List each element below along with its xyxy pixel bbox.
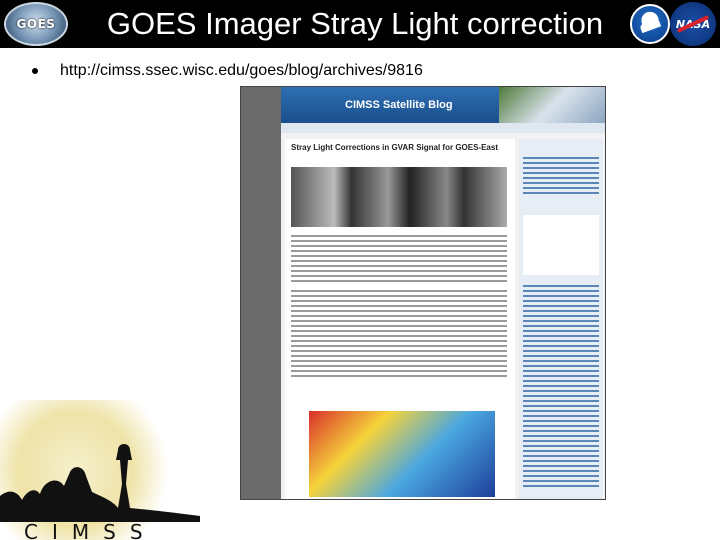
title-bar: GOES GOES Imager Stray Light correction … xyxy=(0,0,720,48)
blog-post: Stray Light Corrections in GVAR Signal f… xyxy=(285,139,515,499)
blog-post-text xyxy=(291,235,507,380)
noaa-logo xyxy=(630,4,670,44)
blog-header-image xyxy=(499,87,605,123)
cimss-silhouette-icon xyxy=(0,444,200,522)
bullet-dot-icon xyxy=(32,68,38,74)
nasa-logo-label: NASA xyxy=(675,17,711,31)
slide-title: GOES Imager Stray Light correction xyxy=(106,6,604,41)
sidebar-calendar xyxy=(523,215,599,275)
blog-sidebar xyxy=(519,139,603,499)
cimss-logo: CIMSS xyxy=(0,400,200,540)
blog-link[interactable]: http://cimss.ssec.wisc.edu/goes/blog/arc… xyxy=(60,62,423,80)
blog-figure-images xyxy=(291,167,507,227)
blog-figure-maps xyxy=(309,411,495,497)
sidebar-categories-list xyxy=(523,285,599,490)
blog-post-title: Stray Light Corrections in GVAR Signal f… xyxy=(291,143,498,152)
blog-page: CIMSS Satellite Blog Stray Light Correct… xyxy=(281,87,605,499)
nasa-logo: NASA xyxy=(670,2,716,46)
blog-header: CIMSS Satellite Blog xyxy=(281,87,605,123)
blog-nav-bar xyxy=(281,123,605,133)
cimss-logo-text: CIMSS xyxy=(24,520,157,540)
sidebar-pages-list xyxy=(523,157,599,197)
goes-logo: GOES xyxy=(4,2,68,46)
goes-logo-label: GOES xyxy=(16,17,56,31)
blog-screenshot: CIMSS Satellite Blog Stray Light Correct… xyxy=(240,86,606,500)
bullet-item: http://cimss.ssec.wisc.edu/goes/blog/arc… xyxy=(32,60,423,82)
blog-site-name: CIMSS Satellite Blog xyxy=(345,99,453,111)
